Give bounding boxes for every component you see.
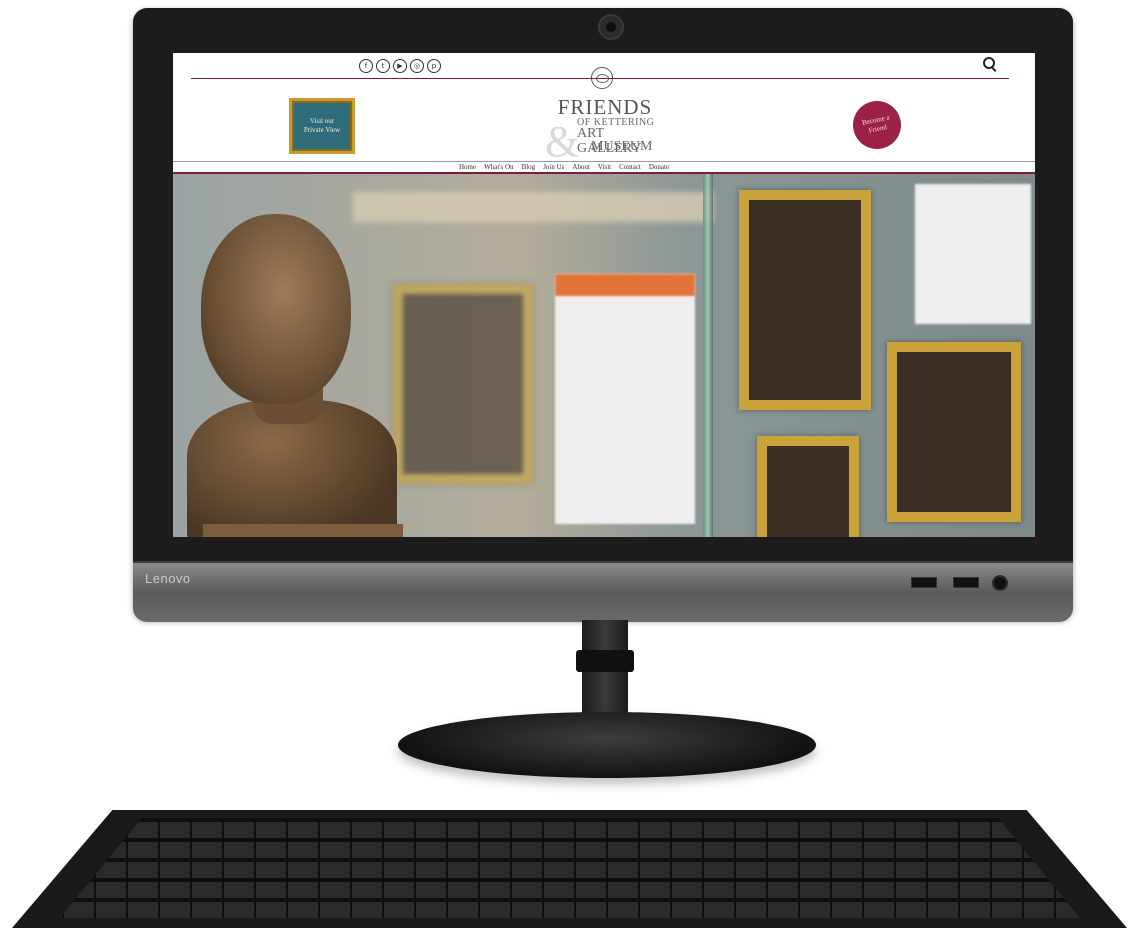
info-panel [555,274,695,524]
become-friend-button[interactable]: Become a Friend [853,101,901,149]
nav-item-whats-on[interactable]: What's On [484,163,513,171]
bust-plinth [203,524,403,537]
glass-divider [703,174,713,537]
nav-item-blog[interactable]: Blog [522,163,536,171]
private-view-label: Visit our Private View [303,117,341,134]
gallery-shelf [353,192,713,222]
usb-port-icon [911,577,937,588]
nav-item-visit[interactable]: Visit [598,163,611,171]
divider [173,161,1035,162]
private-view-button[interactable]: Visit our Private View [289,98,355,154]
twitter-icon[interactable]: t [376,59,390,73]
divider [191,78,1009,79]
social-links: f t ▶ ◎ p [359,59,441,73]
nav-item-join-us[interactable]: Join Us [543,163,564,171]
search-icon[interactable] [983,57,995,69]
brand-logo: Lenovo [145,571,191,586]
stand-base [398,712,816,778]
painting-frame [739,190,871,410]
hero-image [173,174,1035,537]
webcam-icon [598,14,624,40]
logo-line-friends: FRIENDS [557,95,653,119]
pinterest-icon[interactable]: p [427,59,441,73]
become-friend-label: Become a Friend [861,113,891,135]
painting-frame [393,284,533,484]
monitor: f t ▶ ◎ p Visit our Private View & FRIEN… [133,8,1073,622]
logo-line-museum: MUSEUM [591,139,653,154]
painting-frame [887,342,1021,522]
logo-ampersand: & [545,117,580,166]
info-panel-header [555,274,695,296]
keyboard-keys [60,818,1080,918]
audio-jack-icon [992,575,1008,591]
facebook-icon[interactable]: f [359,59,373,73]
website-screen: f t ▶ ◎ p Visit our Private View & FRIEN… [173,53,1035,537]
instagram-icon[interactable]: ◎ [410,59,424,73]
painting-frame [757,436,859,537]
main-nav: Home What's On Blog Join Us About Visit … [459,163,669,171]
info-panel [915,184,1031,324]
usb-port-icon [953,577,979,588]
nav-item-donate[interactable]: Donate [649,163,669,171]
nav-item-home[interactable]: Home [459,163,476,171]
stand-ring [576,650,634,672]
nav-item-contact[interactable]: Contact [619,163,641,171]
bust-head [201,214,351,404]
site-logo[interactable]: & FRIENDS OF KETTERING ART GALLERY MUSEU… [545,95,661,166]
youtube-icon[interactable]: ▶ [393,59,407,73]
nav-item-about[interactable]: About [572,163,590,171]
monitor-chin: Lenovo [133,561,1073,622]
top-bar: f t ▶ ◎ p [173,53,1035,89]
